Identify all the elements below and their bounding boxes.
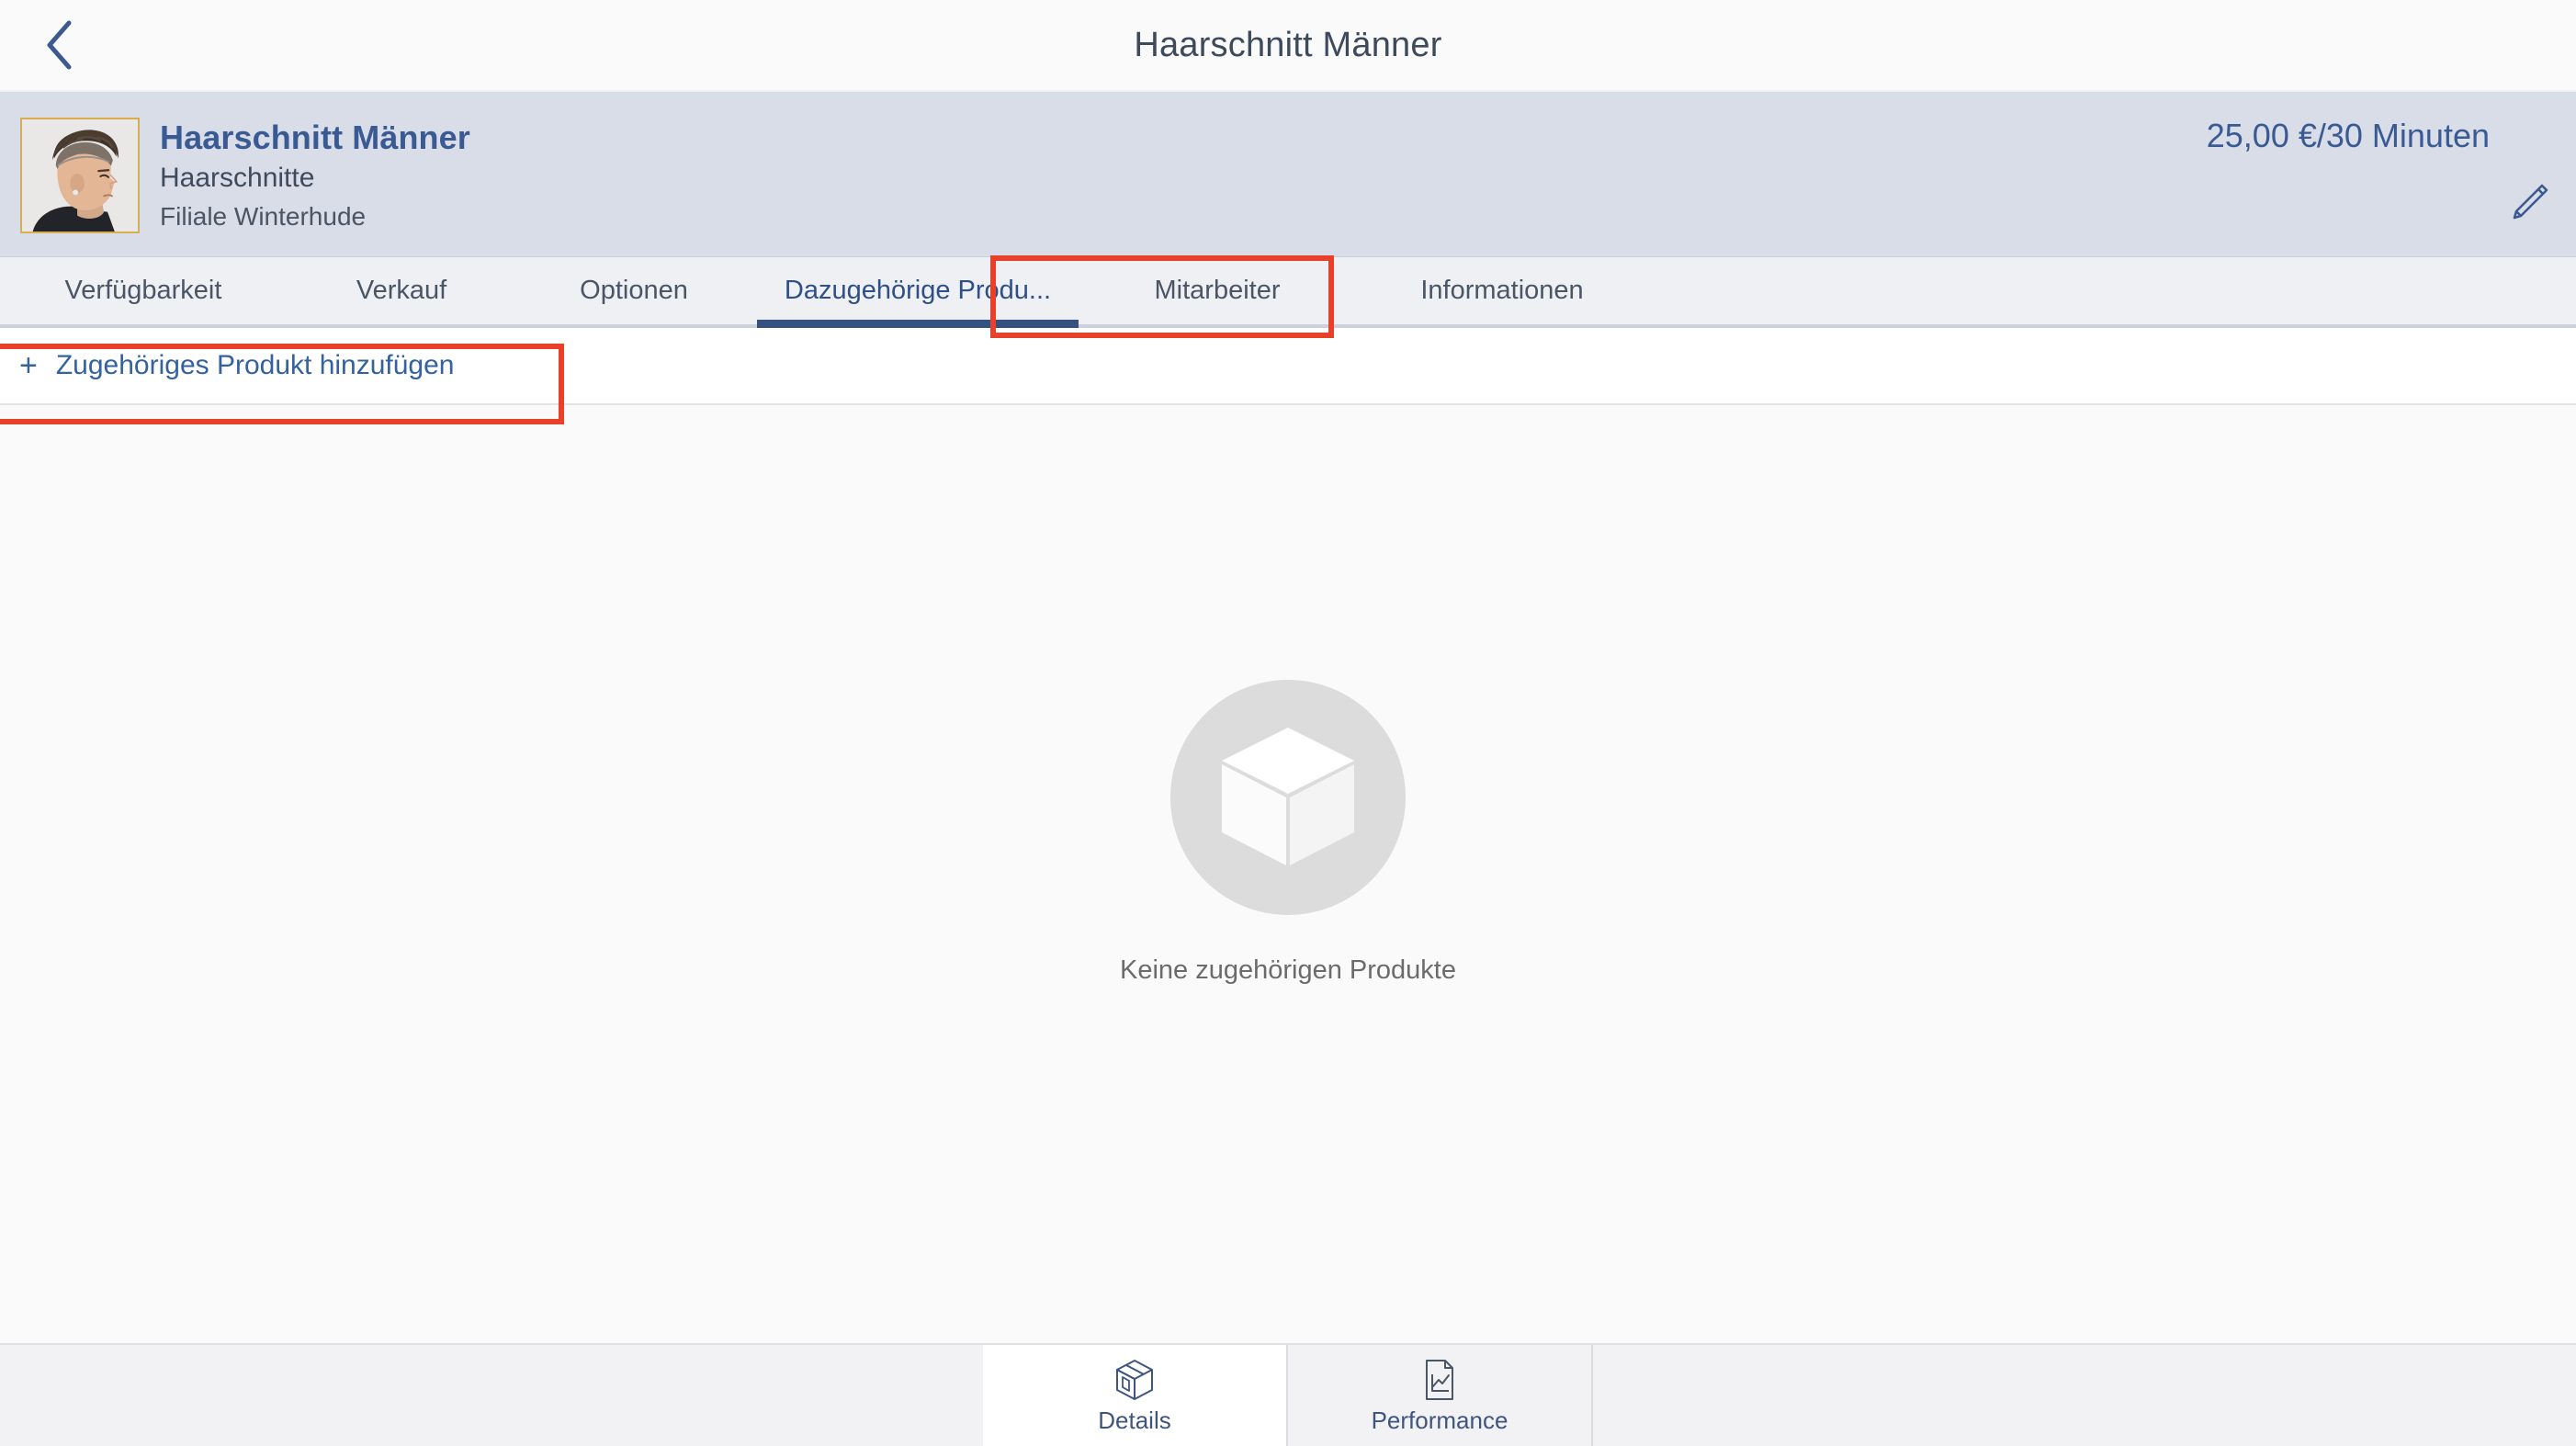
box-outline-icon bbox=[1113, 1359, 1156, 1401]
title-bar: Haarschnitt Männer bbox=[0, 0, 2576, 90]
tab-label: Dazugehörige Produ... bbox=[784, 276, 1052, 305]
tab-dazugehoerige-produkte[interactable]: Dazugehörige Produ... bbox=[751, 257, 1084, 328]
add-related-product-button[interactable]: + Zugehöriges Produkt hinzufügen bbox=[0, 328, 454, 403]
add-related-product-row: + Zugehöriges Produkt hinzufügen bbox=[0, 328, 2576, 405]
empty-state-message: Keine zugehörigen Produkte bbox=[1120, 955, 1456, 985]
tab-strip: Verfügbarkeit Verkauf Optionen Dazugehör… bbox=[0, 256, 2576, 328]
tab-label: Informationen bbox=[1420, 276, 1584, 305]
bottom-nav-label: Details bbox=[1098, 1406, 1171, 1434]
pencil-icon bbox=[2504, 178, 2552, 231]
bottom-navigation: Details Performance bbox=[0, 1343, 2576, 1446]
tab-label: Mitarbeiter bbox=[1154, 276, 1281, 305]
empty-state: Keine zugehörigen Produkte bbox=[1120, 680, 1456, 986]
bottom-nav-label: Performance bbox=[1371, 1406, 1508, 1434]
bottom-nav-item-details[interactable]: Details bbox=[983, 1345, 1288, 1446]
service-category: Haarschnitte bbox=[160, 162, 315, 193]
avatar bbox=[20, 118, 140, 233]
plus-icon: + bbox=[19, 348, 38, 383]
back-button[interactable] bbox=[20, 0, 97, 90]
document-chart-icon bbox=[1421, 1359, 1458, 1401]
service-header: Haarschnitt Männer Haarschnitte Filiale … bbox=[0, 90, 2576, 256]
tab-label: Optionen bbox=[580, 276, 688, 305]
empty-state-circle bbox=[1169, 680, 1406, 915]
tab-label: Verkauf bbox=[356, 276, 447, 305]
box-icon bbox=[1218, 722, 1358, 874]
bottom-nav-spacer bbox=[0, 1345, 983, 1446]
service-price: 25,00 €/30 Minuten bbox=[2206, 117, 2490, 154]
bottom-nav-item-performance[interactable]: Performance bbox=[1288, 1345, 1593, 1446]
tab-verfuegbarkeit[interactable]: Verfügbarkeit bbox=[0, 257, 287, 324]
tab-mitarbeiter[interactable]: Mitarbeiter bbox=[1084, 257, 1350, 324]
app-root: Haarschnitt Männer Haarschnitt Männer Ha… bbox=[0, 0, 2576, 1446]
tab-label: Verfügbarkeit bbox=[64, 276, 222, 305]
service-meta: Haarschnitt Männer Haarschnitte Filiale … bbox=[160, 116, 470, 233]
related-products-content: Keine zugehörigen Produkte bbox=[0, 405, 2576, 1343]
chevron-left-icon bbox=[43, 19, 74, 71]
service-name: Haarschnitt Männer bbox=[160, 119, 470, 156]
tab-informationen[interactable]: Informationen bbox=[1350, 257, 1654, 324]
add-related-product-label: Zugehöriges Produkt hinzufügen bbox=[55, 350, 455, 380]
tab-optionen[interactable]: Optionen bbox=[516, 257, 751, 324]
service-branch: Filiale Winterhude bbox=[160, 201, 367, 231]
page-title: Haarschnitt Männer bbox=[1134, 26, 1442, 64]
tab-verkauf[interactable]: Verkauf bbox=[287, 257, 516, 324]
edit-button[interactable] bbox=[2501, 176, 2556, 232]
mens-haircut-photo bbox=[22, 119, 138, 232]
